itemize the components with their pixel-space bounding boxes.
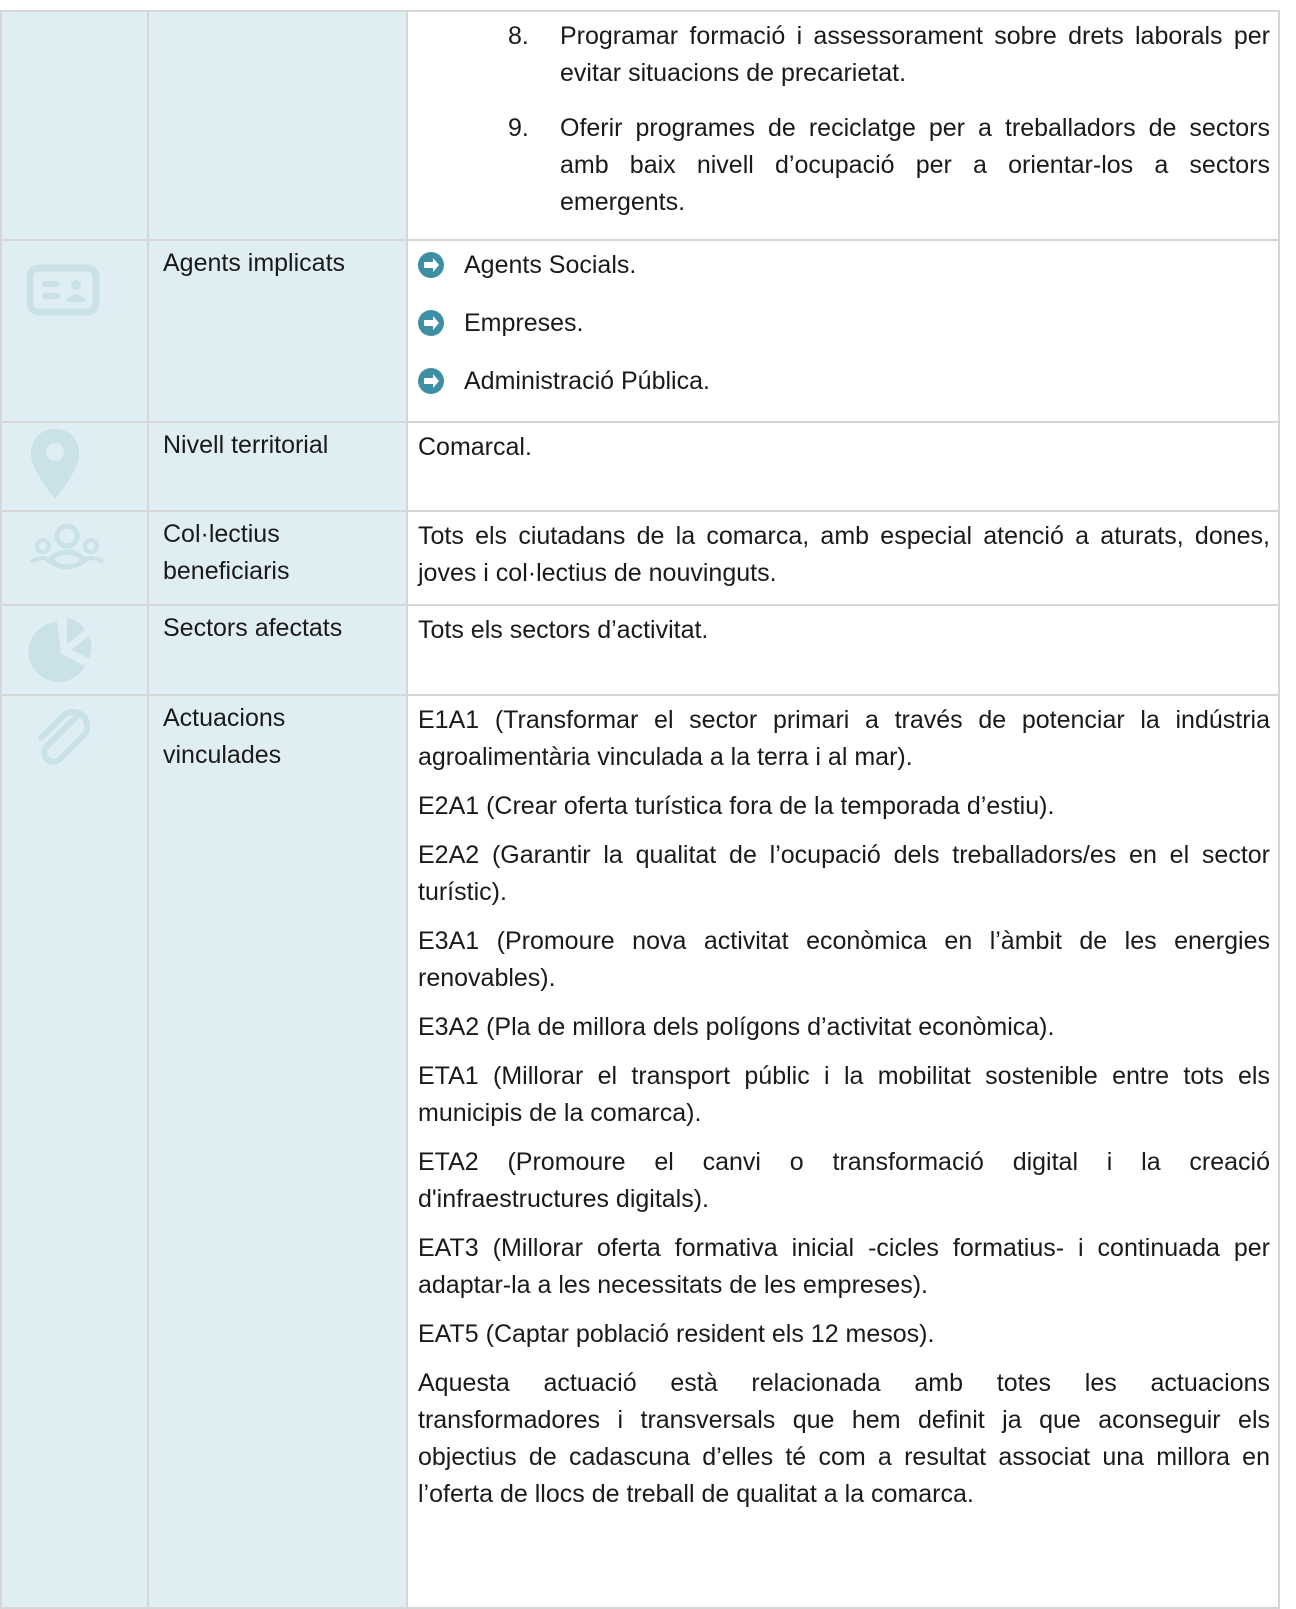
empty-icon-cell [0,10,149,241]
beneficiaries-text: Tots els ciutadans de la comarca, amb es… [418,522,1270,587]
paperclip-icon [38,708,91,765]
territorial-text: Comarcal. [418,433,532,461]
agents-list: Agents Socials. Empreses. Administració … [418,247,1270,400]
beneficiaries-label-cell: Col·lectius beneficiaris [147,510,408,606]
beneficiaries-content-cell: Tots els ciutadans de la comarca, amb es… [406,510,1280,606]
agent-text: Empreses. [464,309,584,337]
agent-text: Agents Socials. [464,251,637,279]
beneficiaries-label: Col·lectius beneficiaris [163,520,290,585]
sectors-content-cell: Tots els sectors d’activitat. [406,604,1280,696]
territorial-label-cell: Nivell territorial [147,421,408,512]
map-pin-icon [31,429,79,499]
list-item: Empreses. [418,305,1270,342]
id-card-icon [27,264,100,316]
step-number: 8. [508,22,529,50]
agent-text: Administració Pública. [464,367,710,395]
arrow-circle-icon [418,252,444,278]
list-item: 9. Oferir programes de reciclatge per a … [418,110,1270,221]
agents-row: Agents implicats Agents Socials. Emprese… [0,239,1280,423]
sectors-text: Tots els sectors d’activitat. [418,616,709,644]
list-item: EAT5 (Captar població resident els 12 me… [418,1320,935,1348]
steps-row: 8. Programar formació i assessorament so… [0,10,1280,241]
steps-content-cell: 8. Programar formació i assessorament so… [406,10,1280,241]
list-item: E1A1 (Transformar el sector primari a tr… [418,706,1270,771]
list-item: Agents Socials. [418,247,1270,284]
step-number: 9. [508,114,529,142]
list-item: 8. Programar formació i assessorament so… [418,18,1270,92]
list-item: Administració Pública. [418,363,1270,400]
steps-list: 8. Programar formació i assessorament so… [418,18,1270,221]
list-item: EAT3 (Millorar oferta formativa inicial … [418,1234,1270,1299]
agents-content-cell: Agents Socials. Empreses. Administració … [406,239,1280,423]
people-group-icon [29,523,105,570]
territorial-label: Nivell territorial [163,431,329,459]
linked-label-cell: Actuacions vinculades [147,694,408,1609]
territorial-row: Nivell territorial Comarcal. [0,421,1280,512]
territorial-icon-cell [0,421,149,512]
agents-label-cell: Agents implicats [147,239,408,423]
beneficiaries-icon-cell [0,510,149,606]
arrow-circle-icon [418,310,444,336]
list-item: E3A2 (Pla de millora dels polígons d’act… [418,1013,1055,1041]
linked-icon-cell [0,694,149,1609]
list-item: E3A1 (Promoure nova activitat econòmica … [418,927,1270,992]
list-item: E2A2 (Garantir la qualitat de l’ocupació… [418,841,1270,906]
territorial-content-cell: Comarcal. [406,421,1280,512]
sectors-label-cell: Sectors afectats [147,604,408,696]
agents-icon-cell [0,239,149,423]
list-item: ETA2 (Promoure el canvi o transformació … [418,1148,1270,1213]
list-item: Aquesta actuació està relacionada amb to… [418,1369,1270,1508]
list-item: ETA1 (Millorar el transport públic i la … [418,1062,1270,1127]
action-sheet-table: 8. Programar formació i assessorament so… [0,10,1280,1609]
linked-row: Actuacions vinculades E1A1 (Transformar … [0,694,1280,1609]
agents-label: Agents implicats [163,249,346,277]
linked-label: Actuacions vinculades [163,704,286,769]
arrow-circle-icon [418,368,444,394]
step-text: Programar formació i assessorament sobre… [560,22,1270,87]
list-item: E2A1 (Crear oferta turística fora de la … [418,792,1055,820]
sectors-label: Sectors afectats [163,614,343,642]
sectors-icon-cell [0,604,149,696]
beneficiaries-row: Col·lectius beneficiaris Tots els ciutad… [0,510,1280,606]
pie-chart-icon [28,618,92,682]
linked-content-cell: E1A1 (Transformar el sector primari a tr… [406,694,1280,1609]
sectors-row: Sectors afectats Tots els sectors d’acti… [0,604,1280,696]
step-text: Oferir programes de reciclatge per a tre… [560,114,1270,216]
empty-label-cell [147,10,408,241]
